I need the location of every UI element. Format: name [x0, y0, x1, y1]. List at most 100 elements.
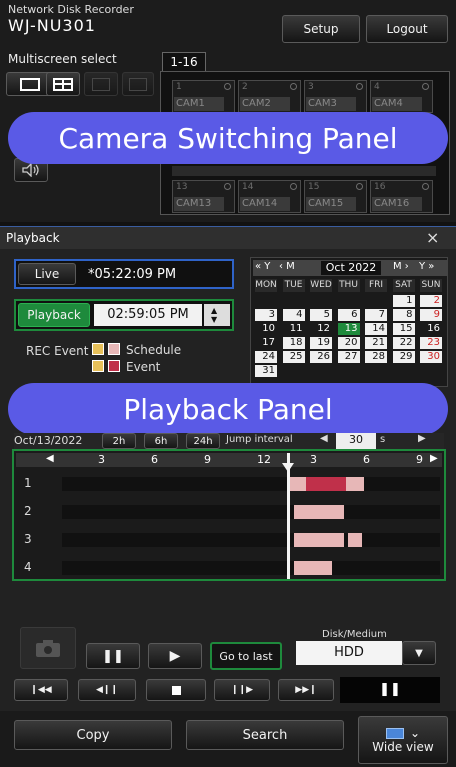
timeline-row[interactable]: 4	[16, 553, 440, 581]
close-icon[interactable]: ×	[426, 228, 439, 247]
zoom-2h-button[interactable]: 2h	[102, 433, 136, 449]
calendar-day[interactable]: 24	[255, 351, 277, 363]
chevron-down-icon: ▼	[415, 647, 423, 659]
calendar-day[interactable]: 21	[365, 337, 387, 349]
calendar-day[interactable]: 19	[310, 337, 332, 349]
camera-row-partial	[172, 166, 436, 176]
calendar-day[interactable]: 11	[282, 323, 305, 335]
scroll-left-icon[interactable]: ◀	[46, 453, 54, 464]
skip-back-icon: ❙◀◀	[30, 685, 52, 695]
snapshot-button[interactable]	[20, 627, 76, 669]
calendar-day[interactable]: 4	[282, 309, 305, 321]
calendar-day[interactable]: 16	[420, 323, 442, 335]
jump-next-icon[interactable]: ▶	[418, 433, 426, 444]
calendar-day[interactable]: 2	[420, 295, 442, 307]
screen-9-button[interactable]	[84, 72, 118, 96]
tab-1-16[interactable]: 1-16	[162, 52, 206, 72]
scroll-right-icon[interactable]: ▶	[430, 453, 438, 464]
camera-button-2[interactable]: 2 CAM2	[238, 80, 301, 113]
calendar-day[interactable]: 6	[337, 309, 360, 321]
skip-forward-button[interactable]: ▶▶❙	[278, 679, 334, 701]
status-dot-icon	[356, 83, 363, 90]
camera-name: CAM13	[174, 197, 224, 211]
frame-forward-button[interactable]: ❙❙▶	[214, 679, 270, 701]
screen-16-button[interactable]	[122, 72, 154, 96]
calendar-day[interactable]: 3	[255, 309, 277, 321]
calendar-day[interactable]: 31	[255, 365, 277, 377]
jump-interval-select[interactable]: 30	[336, 433, 376, 449]
camera-name: CAM3	[306, 97, 356, 111]
zoom-6h-button[interactable]: 6h	[144, 433, 178, 449]
calendar-day[interactable]: 23	[420, 337, 442, 349]
timeline-row-number: 4	[24, 560, 32, 574]
calendar-day[interactable]: 29	[392, 351, 415, 363]
next-month-button[interactable]: M ›	[393, 261, 409, 272]
logout-button[interactable]: Logout	[366, 15, 448, 43]
calendar-day[interactable]: 22	[392, 337, 415, 349]
setup-button[interactable]: Setup	[282, 15, 360, 43]
timeline-track[interactable]	[62, 477, 440, 491]
disk-dropdown-button[interactable]: ▼	[402, 641, 436, 665]
calendar-day[interactable]: 28	[365, 351, 387, 363]
next-year-button[interactable]: Y »	[419, 261, 434, 272]
calendar-day[interactable]: 1	[392, 295, 415, 307]
calendar-day[interactable]: 5	[310, 309, 332, 321]
calendar-day[interactable]: 8	[392, 309, 415, 321]
time-spinner[interactable]: ▲ ▼	[204, 304, 230, 326]
calendar-day[interactable]: 26	[310, 351, 332, 363]
camera-button-14[interactable]: 14 CAM14	[238, 180, 301, 213]
timeline-track[interactable]	[62, 533, 440, 547]
playhead-marker-icon[interactable]	[282, 463, 294, 472]
search-button[interactable]: Search	[186, 720, 344, 750]
spin-down-icon[interactable]: ▼	[211, 315, 217, 324]
disk-medium-select[interactable]: HDD	[296, 641, 402, 665]
timeline-row[interactable]: 2	[16, 497, 440, 525]
playback-time-field[interactable]: 02:59:05 PM	[94, 304, 202, 326]
weekday-header: SUN	[420, 279, 442, 292]
weekday-header: SAT	[392, 279, 415, 292]
calendar-day[interactable]: 20	[337, 337, 360, 349]
pause-icon: ❚❚	[102, 648, 124, 664]
camera-button-4[interactable]: 4 CAM4	[370, 80, 433, 113]
calendar-day[interactable]: 10	[255, 323, 277, 335]
calendar-day[interactable]: 7	[365, 309, 387, 321]
timeline-track[interactable]	[62, 505, 440, 519]
calendar-day[interactable]: 15	[392, 323, 415, 335]
camera-button-1[interactable]: 1 CAM1	[172, 80, 235, 113]
jump-prev-icon[interactable]: ◀	[320, 433, 328, 444]
calendar-day[interactable]: 25	[282, 351, 305, 363]
calendar-day[interactable]: 27	[337, 351, 360, 363]
timeline-row[interactable]: 1	[16, 469, 440, 497]
spin-up-icon[interactable]: ▲	[211, 306, 217, 315]
camera-switching-area: Network Disk Recorder WJ-NU301 Setup Log…	[0, 0, 456, 222]
screen-4-button[interactable]	[46, 72, 80, 96]
copy-button[interactable]: Copy	[14, 720, 172, 750]
camera-button-3[interactable]: 3 CAM3	[304, 80, 367, 113]
frame-back-button[interactable]: ◀❙❙	[78, 679, 136, 701]
pause-button[interactable]: ❚❚	[86, 643, 140, 669]
calendar-day[interactable]: 30	[420, 351, 442, 363]
wide-view-button[interactable]: ⌄ Wide view	[358, 716, 448, 764]
prev-year-button[interactable]: « Y	[255, 261, 270, 272]
live-button[interactable]: Live	[18, 263, 76, 285]
go-to-last-button[interactable]: Go to last	[210, 642, 282, 670]
timeline-tick-label: 6	[151, 453, 158, 466]
timeline-track[interactable]	[62, 561, 440, 575]
calendar-day[interactable]: 14	[365, 323, 387, 335]
camera-button-15[interactable]: 15 CAM15	[304, 180, 367, 213]
stop-button[interactable]	[146, 679, 206, 701]
play-button[interactable]: ▶	[148, 643, 202, 669]
skip-back-button[interactable]: ❙◀◀	[14, 679, 68, 701]
prev-month-button[interactable]: ‹ M	[279, 261, 295, 272]
calendar-day[interactable]: 13	[337, 323, 360, 335]
calendar-day[interactable]: 12	[310, 323, 332, 335]
playback-button[interactable]: Playback	[18, 303, 90, 327]
zoom-24h-button[interactable]: 24h	[186, 433, 220, 449]
calendar-day[interactable]: 9	[420, 309, 442, 321]
camera-name: CAM2	[240, 97, 290, 111]
camera-button-13[interactable]: 13 CAM13	[172, 180, 235, 213]
timeline-row[interactable]: 3	[16, 525, 440, 553]
calendar-day[interactable]: 18	[282, 337, 305, 349]
calendar-day[interactable]: 17	[255, 337, 277, 349]
camera-button-16[interactable]: 16 CAM16	[370, 180, 433, 213]
